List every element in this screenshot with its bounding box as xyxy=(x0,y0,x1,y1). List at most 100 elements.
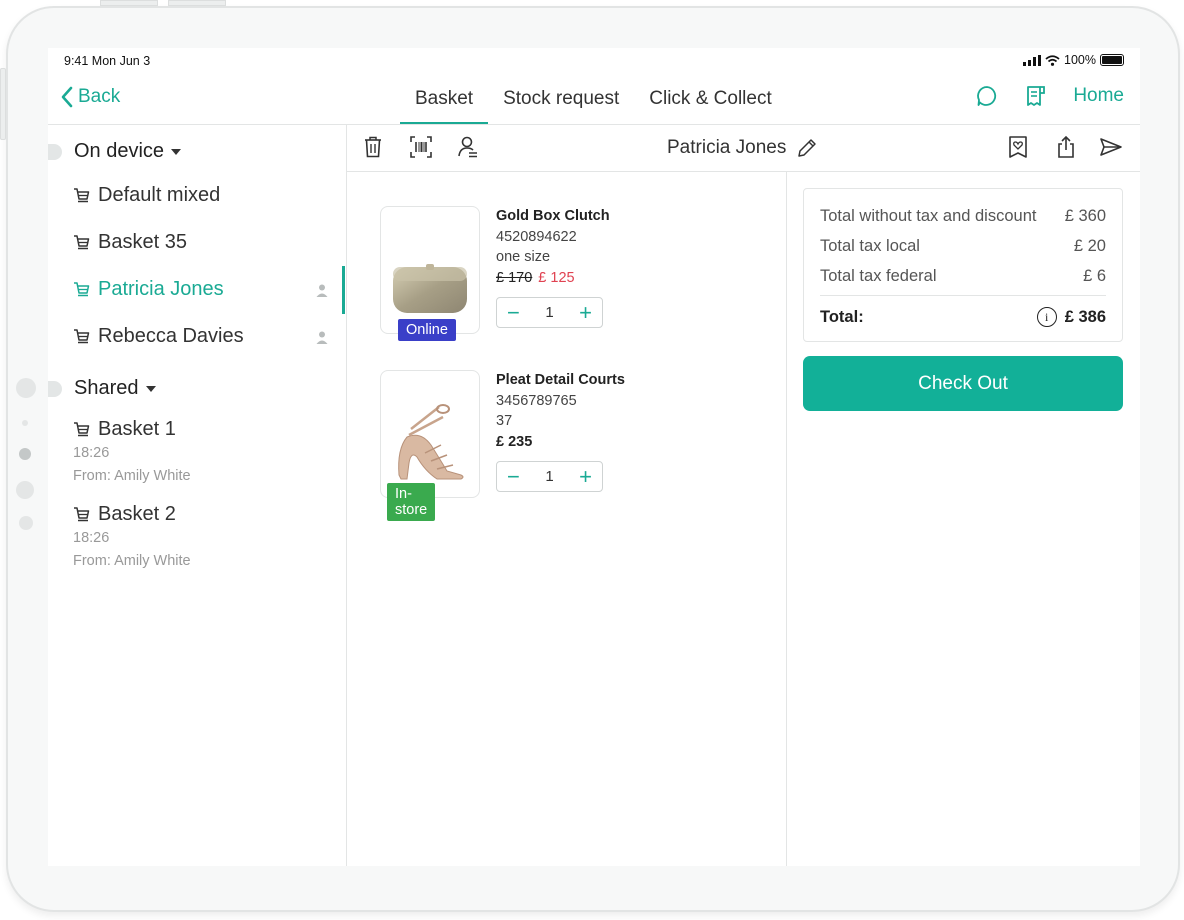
top-button-right xyxy=(168,0,226,6)
signal-icon xyxy=(1023,54,1042,66)
sidebar-item-label: Basket 1 xyxy=(98,418,176,440)
sidebar-item-label: Patricia Jones xyxy=(98,278,224,300)
battery-percent: 100% xyxy=(1064,53,1096,67)
summary-row: Total tax federal £ 6 xyxy=(820,261,1106,291)
clutch-image xyxy=(393,264,467,313)
customer-name-area: Patricia Jones xyxy=(667,137,818,159)
minus-icon[interactable]: − xyxy=(507,301,520,324)
summary-row: Total tax local £ 20 xyxy=(820,231,1106,261)
product-info: Gold Box Clutch 4520894622 one size £ 17… xyxy=(496,206,610,288)
battery-icon xyxy=(1100,54,1124,66)
chevron-left-icon xyxy=(61,86,73,108)
basket-products: Online Gold Box Clutch 4520894622 one si… xyxy=(347,172,787,866)
total-value: £ 386 xyxy=(1064,307,1106,326)
chat-icon[interactable] xyxy=(975,84,999,108)
summary-total-row: Total: i £ 386 xyxy=(820,302,1106,332)
total-value-group: i £ 386 xyxy=(1036,307,1106,327)
sidebar-item-basket-1[interactable]: Basket 1 xyxy=(72,418,176,441)
status-time: 9:41 Mon Jun 3 xyxy=(64,54,151,68)
basket-icon xyxy=(74,506,90,521)
old-price: £ 170 xyxy=(496,269,533,286)
send-icon[interactable] xyxy=(1099,135,1123,159)
summary-value: £ 20 xyxy=(1073,236,1106,255)
sensor-dot-2 xyxy=(16,481,34,499)
basket-icon xyxy=(74,328,90,343)
edit-icon[interactable] xyxy=(796,137,818,159)
receipt-icon[interactable] xyxy=(1025,84,1047,108)
plus-icon[interactable]: + xyxy=(579,301,592,324)
product-size: one size xyxy=(496,249,551,265)
nav-actions: Home xyxy=(975,84,1124,108)
sensor-dot-3 xyxy=(19,516,33,530)
sidebar-item-rebecca-davies[interactable]: Rebecca Davies xyxy=(72,325,244,348)
sidebar-item-basket-35[interactable]: Basket 35 xyxy=(72,231,187,254)
basket-toolbar: Patricia Jones xyxy=(347,125,1140,172)
basket-time: 18:26 xyxy=(73,445,110,461)
sensor-dot xyxy=(22,420,28,426)
sidebar-item-label: Basket 35 xyxy=(98,231,187,253)
summary-label: Total tax federal xyxy=(820,266,937,285)
product-name: Pleat Detail Courts xyxy=(496,372,625,388)
order-summary: Total without tax and discount £ 360 Tota… xyxy=(803,188,1123,342)
camera-dot xyxy=(16,378,36,398)
shared-header[interactable]: Shared xyxy=(48,377,156,400)
volume-button xyxy=(0,68,6,140)
basket-from: From: Amily White xyxy=(73,468,191,484)
share-icon[interactable] xyxy=(1056,135,1076,159)
back-label: Back xyxy=(78,86,121,107)
customer-name: Patricia Jones xyxy=(667,137,787,158)
product-image[interactable] xyxy=(380,370,480,498)
minus-icon[interactable]: − xyxy=(507,465,520,488)
basket-from: From: Amily White xyxy=(73,553,191,569)
product-size: 37 xyxy=(496,413,513,429)
quantity-value[interactable]: 1 xyxy=(545,304,553,321)
customer-icon[interactable] xyxy=(457,135,479,159)
caret-down-icon xyxy=(171,148,182,155)
nav-bar: Back Basket Stock request Click & Collec… xyxy=(48,74,1140,125)
tab-click-collect[interactable]: Click & Collect xyxy=(634,74,786,124)
plus-icon[interactable]: + xyxy=(579,465,592,488)
tab-basket[interactable]: Basket xyxy=(400,74,489,124)
product-sku: 3456789765 xyxy=(496,392,577,409)
basket-sidebar: On device Default mixed Basket 35 Patric… xyxy=(48,124,347,866)
summary-divider xyxy=(820,295,1106,296)
wishlist-icon[interactable] xyxy=(1007,135,1029,159)
section-marker xyxy=(48,380,62,397)
barcode-scan-icon[interactable] xyxy=(409,135,433,159)
status-right: 100% xyxy=(1023,53,1124,67)
summary-label: Total tax local xyxy=(820,236,920,255)
active-indicator xyxy=(342,266,345,314)
basket-time: 18:26 xyxy=(73,530,110,546)
sidebar-item-default-mixed[interactable]: Default mixed xyxy=(72,184,220,207)
badge-in-store: In-store xyxy=(387,483,436,521)
checkout-button[interactable]: Check Out xyxy=(803,356,1123,411)
basket-icon xyxy=(74,187,90,202)
trash-icon[interactable] xyxy=(363,135,383,159)
shared-label: Shared xyxy=(74,377,139,399)
tab-stock-request[interactable]: Stock request xyxy=(488,74,634,124)
sidebar-item-basket-2[interactable]: Basket 2 xyxy=(72,503,176,526)
product-image[interactable] xyxy=(380,206,480,334)
info-icon[interactable]: i xyxy=(1036,307,1057,327)
home-button[interactable]: Home xyxy=(1073,85,1124,107)
quantity-value[interactable]: 1 xyxy=(545,468,553,485)
on-device-header[interactable]: On device xyxy=(48,140,182,163)
sidebar-item-label: Basket 2 xyxy=(98,503,176,525)
basket-icon xyxy=(74,234,90,249)
sidebar-item-patricia-jones[interactable]: Patricia Jones xyxy=(72,278,224,301)
summary-value: £ 360 xyxy=(1064,206,1106,225)
back-button[interactable]: Back xyxy=(60,86,120,108)
customer-person-icon xyxy=(316,331,328,344)
top-button-left xyxy=(100,0,158,6)
product-price: £ 235 xyxy=(496,433,533,450)
tab-bar: Basket Stock request Click & Collect xyxy=(400,74,787,124)
camera-lens xyxy=(19,448,31,460)
caret-down-icon xyxy=(145,385,156,392)
screen: 9:41 Mon Jun 3 100% Back Basket Stock re… xyxy=(48,48,1140,866)
on-device-label: On device xyxy=(74,140,165,162)
basket-icon xyxy=(74,421,90,436)
quantity-stepper: − 1 + xyxy=(496,297,603,328)
shoe-image xyxy=(398,404,464,480)
total-label: Total: xyxy=(820,307,864,326)
product-sku: 4520894622 xyxy=(496,228,577,245)
